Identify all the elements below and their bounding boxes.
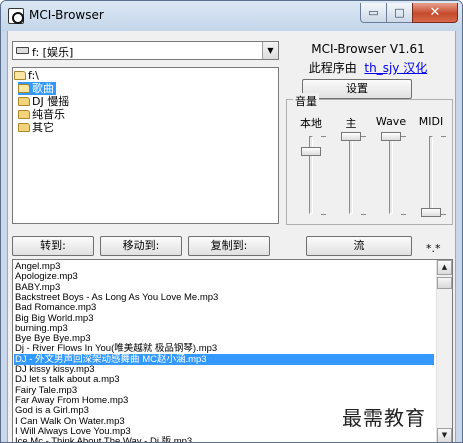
drive-select-value: f: [娱乐] [32, 46, 74, 59]
app-window: MCI-Browser ▭ □ ✕ f: [娱乐] ▼ f:\ 歌曲 DJ 慢摇 纯音… [0, 0, 463, 443]
folder-item[interactable]: DJ 慢摇 [18, 95, 71, 108]
volume-channel-label: 本地 [300, 117, 322, 130]
slider-tick [441, 214, 446, 215]
volume-slider-thumb[interactable] [341, 132, 361, 141]
folder-item-label: f:\ [28, 69, 39, 82]
move-to-button[interactable]: 移动到: [100, 236, 182, 256]
folder-item[interactable]: 纯音乐 [18, 108, 67, 121]
volume-group: 音量 本地 主 Wave MIDI [286, 93, 453, 225]
folder-item[interactable]: 歌曲 [18, 82, 56, 95]
folder-item-label: 纯音乐 [32, 108, 65, 121]
author-prefix: 此程序由 [308, 61, 357, 75]
drive-icon [16, 47, 29, 54]
slider-tick [401, 214, 406, 215]
folder-open-icon [14, 71, 26, 80]
author-line: 此程序由 th_sjy 汉化 [283, 59, 453, 76]
folder-open-icon [18, 84, 30, 93]
volume-slider-thumb[interactable] [301, 147, 321, 157]
slider-tick [321, 136, 326, 137]
volume-channel-label: Wave [375, 115, 407, 128]
client-area: f: [娱乐] ▼ f:\ 歌曲 DJ 慢摇 纯音乐 其它 MCI-Browser V1… [7, 31, 456, 442]
volume-slider-track[interactable] [389, 136, 393, 214]
watermark-text: 最需教育 [342, 406, 426, 430]
scroll-thumb[interactable] [437, 277, 452, 289]
slider-tick [441, 136, 446, 137]
chevron-down-icon[interactable]: ▼ [262, 42, 278, 59]
volume-channel-label: 主 [345, 117, 357, 130]
app-version: MCI-Browser V1.61 [311, 42, 425, 56]
minimize-button[interactable]: ▭ [360, 3, 387, 23]
drive-select[interactable]: f: [娱乐] ▼ [12, 41, 279, 60]
folder-item-label: DJ 慢摇 [32, 95, 70, 108]
folder-item[interactable]: f:\ [14, 69, 41, 82]
scroll-down-icon[interactable]: ▼ [437, 428, 452, 442]
folder-item-label: 歌曲 [32, 82, 54, 95]
volume-title: 音量 [293, 93, 319, 109]
folder-icon [18, 123, 30, 132]
volume-slider-track[interactable] [429, 136, 433, 214]
stream-button[interactable]: 流 [306, 236, 412, 256]
volume-slider-thumb[interactable] [381, 132, 401, 141]
folder-icon [18, 97, 30, 106]
copy-to-button[interactable]: 复制到: [188, 236, 270, 256]
slider-tick [361, 136, 366, 137]
scroll-up-icon[interactable]: ▲ [437, 260, 452, 275]
maximize-button[interactable]: □ [386, 3, 413, 23]
slider-tick [321, 214, 326, 215]
goto-button[interactable]: 转到: [12, 236, 94, 256]
vertical-scrollbar[interactable]: ▲ ▼ [436, 260, 452, 442]
folder-icon [18, 110, 30, 119]
folder-item[interactable]: 其它 [18, 121, 56, 134]
close-button[interactable]: ✕ [412, 3, 458, 23]
slider-tick [361, 214, 366, 215]
app-icon [8, 8, 24, 24]
file-list-item[interactable]: Ice Mc - Think About The Way - Dj 版.mp3 [15, 436, 435, 442]
slider-tick [401, 136, 406, 137]
volume-channel-label: MIDI [418, 115, 444, 128]
volume-slider-track[interactable] [349, 136, 353, 214]
folder-item-label: 其它 [32, 121, 54, 134]
volume-slider-thumb[interactable] [421, 208, 441, 217]
folder-tree[interactable]: f:\ 歌曲 DJ 慢摇 纯音乐 其它 [12, 67, 279, 224]
author-link[interactable]: th_sjy 汉化 [364, 61, 427, 75]
file-filter-label: *.* [426, 242, 441, 255]
window-title: MCI-Browser [29, 8, 104, 22]
title-bar[interactable]: MCI-Browser ▭ □ ✕ [1, 1, 462, 31]
